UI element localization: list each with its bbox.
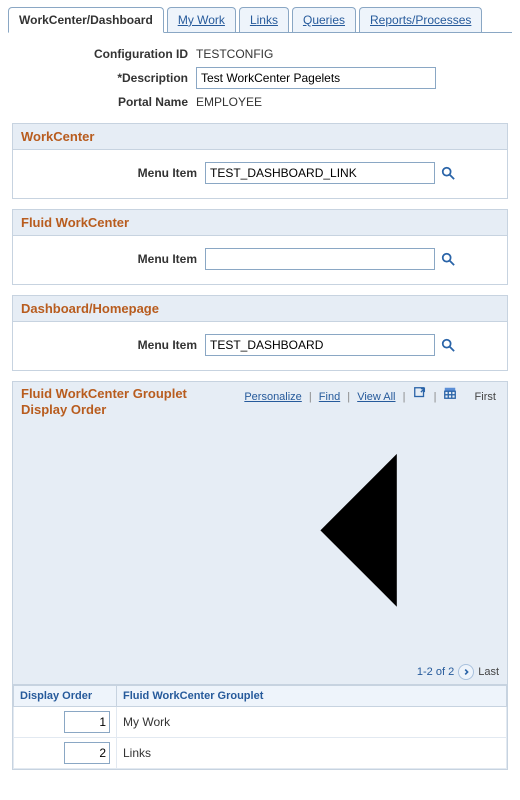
panel-fluid-title: Fluid WorkCenter xyxy=(13,210,507,236)
portal-name-value: EMPLOYEE xyxy=(196,95,262,109)
tab-links[interactable]: Links xyxy=(239,7,289,32)
grid-title: Fluid WorkCenter Grouplet Display Order xyxy=(21,386,201,419)
description-input[interactable] xyxy=(196,67,436,89)
grouplet-grid: Fluid WorkCenter Grouplet Display Order … xyxy=(12,381,508,770)
grouplet-name: My Work xyxy=(117,706,507,737)
col-grouplet[interactable]: Fluid WorkCenter Grouplet xyxy=(117,685,507,706)
find-link[interactable]: Find xyxy=(319,391,340,403)
next-arrow-icon[interactable] xyxy=(458,664,474,680)
portal-name-label: Portal Name xyxy=(38,95,196,109)
zoom-icon[interactable] xyxy=(413,391,430,403)
config-id-value: TESTCONFIG xyxy=(196,47,273,61)
table-row: Links xyxy=(14,737,507,768)
grid-toolbar: Personalize | Find | View All | | First xyxy=(244,386,499,680)
fluid-menu-input[interactable] xyxy=(205,248,435,270)
panel-fluid-workcenter: Fluid WorkCenter Menu Item xyxy=(12,209,508,285)
dashboard-menu-input[interactable] xyxy=(205,334,435,356)
last-label: Last xyxy=(478,666,499,678)
page-tabs: WorkCenter/Dashboard My Work Links Queri… xyxy=(8,6,512,33)
display-order-input[interactable] xyxy=(64,742,110,764)
row-range: 1-2 of 2 xyxy=(417,666,454,678)
tab-queries[interactable]: Queries xyxy=(292,7,356,32)
panel-workcenter: WorkCenter Menu Item xyxy=(12,123,508,199)
grouplet-table: Display Order Fluid WorkCenter Grouplet … xyxy=(13,685,507,769)
download-icon[interactable] xyxy=(443,391,460,403)
col-display-order[interactable]: Display Order xyxy=(14,685,117,706)
display-order-input[interactable] xyxy=(64,711,110,733)
lookup-icon[interactable] xyxy=(441,166,455,180)
workcenter-menu-input[interactable] xyxy=(205,162,435,184)
panel-dashboard-title: Dashboard/Homepage xyxy=(13,296,507,322)
lookup-icon[interactable] xyxy=(441,252,455,266)
tab-reports-processes[interactable]: Reports/Processes xyxy=(359,7,482,32)
first-label: First xyxy=(475,391,496,403)
personalize-link[interactable]: Personalize xyxy=(244,391,301,403)
lookup-icon[interactable] xyxy=(441,338,455,352)
panel-dashboard-homepage: Dashboard/Homepage Menu Item xyxy=(12,295,508,371)
config-form: Configuration ID TESTCONFIG *Description… xyxy=(38,47,512,109)
workcenter-menu-label: Menu Item xyxy=(17,166,205,180)
dashboard-menu-label: Menu Item xyxy=(17,338,205,352)
tab-workcenter-dashboard[interactable]: WorkCenter/Dashboard xyxy=(8,7,164,33)
prev-arrow-icon[interactable] xyxy=(244,649,499,661)
tab-my-work[interactable]: My Work xyxy=(167,7,236,32)
panel-workcenter-title: WorkCenter xyxy=(13,124,507,150)
fluid-menu-label: Menu Item xyxy=(17,252,205,266)
view-all-link[interactable]: View All xyxy=(357,391,395,403)
grouplet-name: Links xyxy=(117,737,507,768)
table-row: My Work xyxy=(14,706,507,737)
description-label: *Description xyxy=(38,71,196,85)
config-id-label: Configuration ID xyxy=(38,47,196,61)
